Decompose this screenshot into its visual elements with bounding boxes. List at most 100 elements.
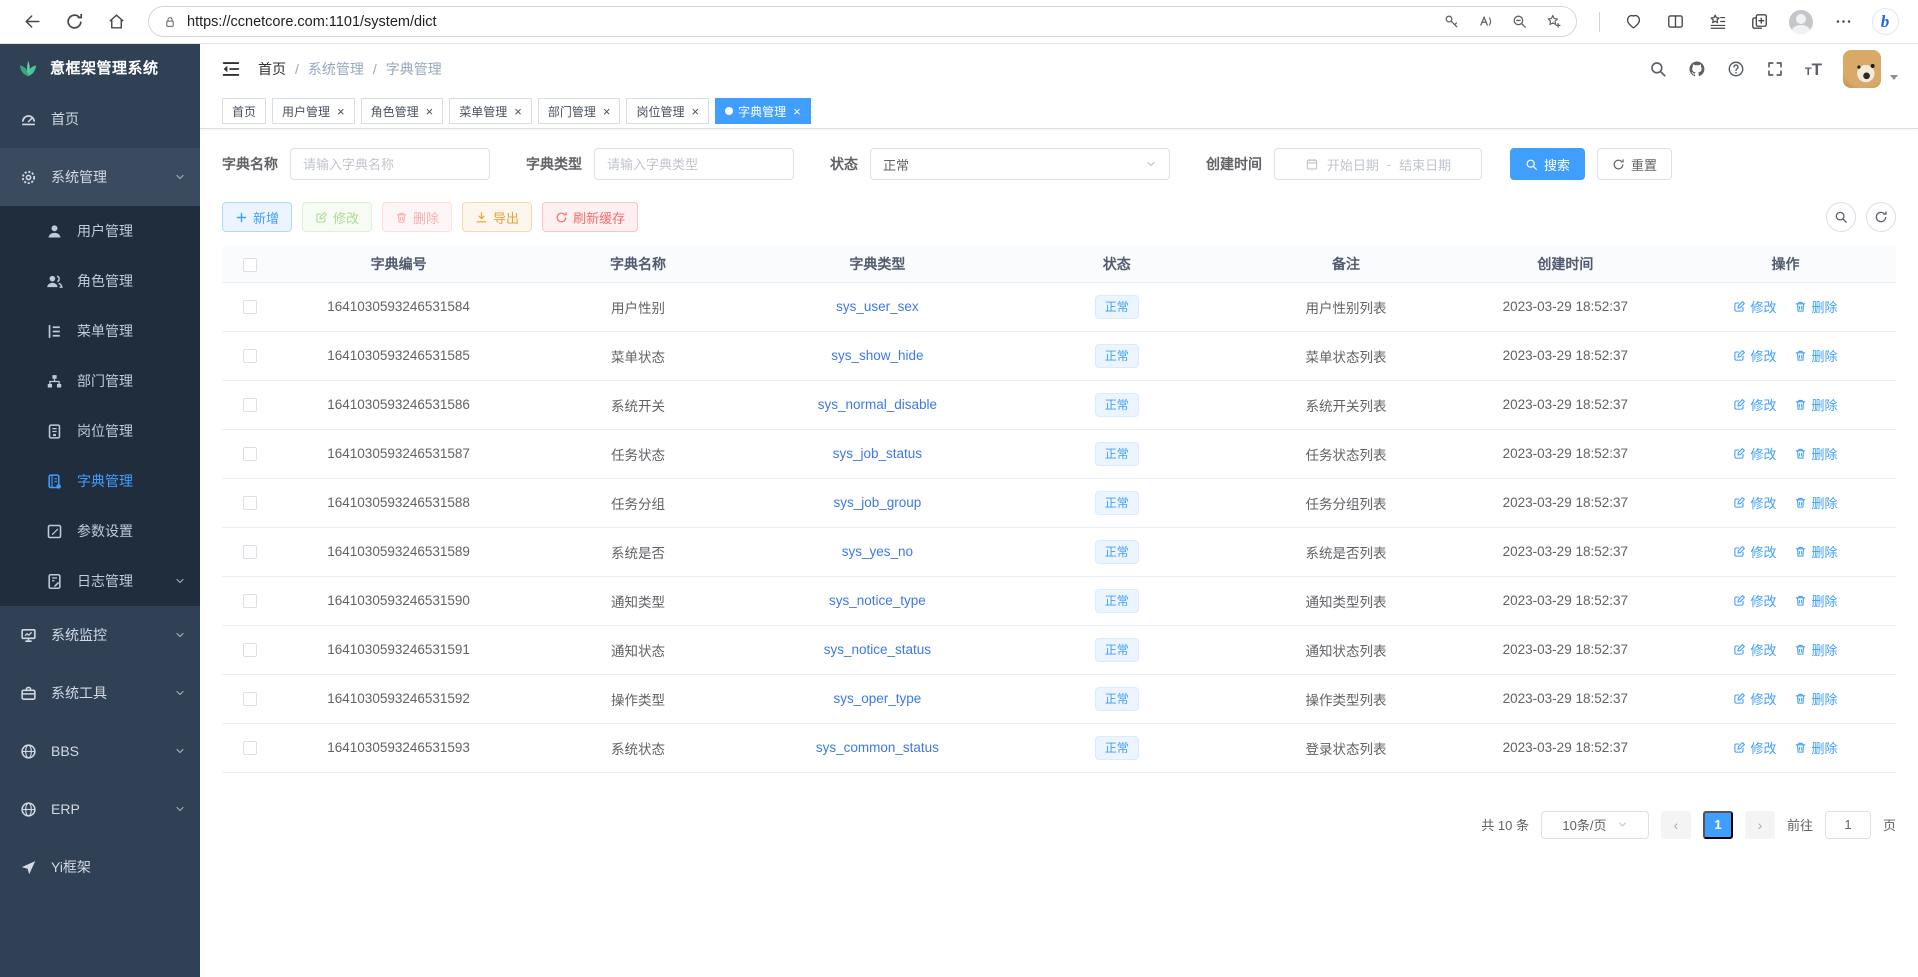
sidebar-item-role[interactable]: 角色管理: [0, 256, 200, 306]
row-checkbox[interactable]: [243, 349, 257, 363]
sidebar-item-yi[interactable]: Yi框架: [0, 838, 200, 896]
fold-sidebar-icon[interactable]: [220, 58, 242, 80]
tab-dict[interactable]: 字典管理×: [715, 98, 811, 124]
delete-row-button[interactable]: 删除: [1794, 738, 1837, 757]
breadcrumb-system[interactable]: 系统管理: [308, 59, 364, 79]
edit-row-button[interactable]: 修改: [1733, 542, 1776, 561]
page-size-select[interactable]: 10条/页: [1541, 811, 1649, 839]
reload-icon[interactable]: [56, 5, 92, 39]
tab-dept[interactable]: 部门管理×: [538, 98, 621, 124]
add-button[interactable]: 新增: [222, 202, 292, 232]
dict-type-link[interactable]: sys_job_status: [833, 446, 922, 461]
next-page-button[interactable]: ›: [1745, 811, 1775, 839]
delete-row-button[interactable]: 删除: [1794, 493, 1837, 512]
url-text[interactable]: https://ccnetcore.com:1101/system/dict: [187, 14, 1434, 30]
row-checkbox[interactable]: [243, 692, 257, 706]
tab-role[interactable]: 角色管理×: [361, 98, 444, 124]
split-screen-icon[interactable]: [1656, 5, 1694, 39]
help-icon[interactable]: [1727, 60, 1745, 78]
current-page-button[interactable]: 1: [1703, 811, 1733, 839]
font-size-icon[interactable]: TT: [1805, 61, 1822, 78]
sidebar-item-log[interactable]: 日志管理: [0, 556, 200, 606]
close-icon[interactable]: ×: [691, 105, 699, 118]
edit-row-button[interactable]: 修改: [1733, 640, 1776, 659]
sidebar-item-user[interactable]: 用户管理: [0, 206, 200, 256]
row-checkbox[interactable]: [243, 545, 257, 559]
sidebar-item-monitor[interactable]: 系统监控: [0, 606, 200, 664]
collections-icon[interactable]: [1740, 5, 1778, 39]
row-checkbox[interactable]: [243, 594, 257, 608]
sidebar-item-tools[interactable]: 系统工具: [0, 664, 200, 722]
delete-row-button[interactable]: 删除: [1794, 395, 1837, 414]
prev-page-button[interactable]: ‹: [1661, 811, 1691, 839]
home-icon[interactable]: [98, 5, 134, 39]
read-aloud-icon[interactable]: [1468, 8, 1502, 36]
edit-row-button[interactable]: 修改: [1733, 493, 1776, 512]
sidebar-item-erp[interactable]: ERP: [0, 780, 200, 838]
tab-home[interactable]: 首页: [222, 98, 266, 124]
sidebar-item-menu[interactable]: 菜单管理: [0, 306, 200, 356]
dict-type-input[interactable]: [594, 148, 794, 180]
dict-name-input[interactable]: [290, 148, 490, 180]
back-icon[interactable]: [14, 5, 50, 39]
select-all-checkbox[interactable]: [243, 258, 257, 272]
close-icon[interactable]: ×: [426, 105, 434, 118]
edit-row-button[interactable]: 修改: [1733, 444, 1776, 463]
sidebar-item-param[interactable]: 参数设置: [0, 506, 200, 556]
more-icon[interactable]: [1824, 5, 1862, 39]
close-icon[interactable]: ×: [514, 105, 522, 118]
dict-type-link[interactable]: sys_yes_no: [842, 544, 913, 559]
sidebar-item-dict[interactable]: 字典管理: [0, 456, 200, 506]
tab-user[interactable]: 用户管理×: [272, 98, 355, 124]
row-checkbox[interactable]: [243, 643, 257, 657]
row-checkbox[interactable]: [243, 398, 257, 412]
dict-type-link[interactable]: sys_show_hide: [831, 348, 923, 363]
delete-row-button[interactable]: 删除: [1794, 542, 1837, 561]
delete-row-button[interactable]: 删除: [1794, 689, 1837, 708]
browser-essentials-icon[interactable]: [1614, 5, 1652, 39]
status-select[interactable]: 正常: [870, 148, 1170, 180]
search-button[interactable]: 搜索: [1510, 148, 1585, 180]
breadcrumb-home[interactable]: 首页: [258, 59, 286, 79]
sidebar-item-dept[interactable]: 部门管理: [0, 356, 200, 406]
export-button[interactable]: 导出: [462, 202, 532, 232]
sidebar-item-post[interactable]: 岗位管理: [0, 406, 200, 456]
dict-type-link[interactable]: sys_user_sex: [836, 299, 919, 314]
sidebar-item-bbs[interactable]: BBS: [0, 722, 200, 780]
dict-type-link[interactable]: sys_notice_type: [829, 593, 926, 608]
favorites-icon[interactable]: [1698, 5, 1736, 39]
tab-menu[interactable]: 菜单管理×: [449, 98, 532, 124]
address-bar[interactable]: https://ccnetcore.com:1101/system/dict: [148, 6, 1577, 37]
dict-type-link[interactable]: sys_notice_status: [824, 642, 931, 657]
zoom-out-icon[interactable]: [1502, 8, 1536, 36]
tab-post[interactable]: 岗位管理×: [626, 98, 709, 124]
refresh-cache-button[interactable]: 刷新缓存: [542, 202, 638, 232]
row-checkbox[interactable]: [243, 496, 257, 510]
edit-row-button[interactable]: 修改: [1733, 346, 1776, 365]
row-checkbox[interactable]: [243, 447, 257, 461]
profile-icon[interactable]: [1782, 5, 1820, 39]
goto-page-input[interactable]: [1825, 811, 1871, 839]
edit-row-button[interactable]: 修改: [1733, 395, 1776, 414]
delete-row-button[interactable]: 删除: [1794, 297, 1837, 316]
delete-row-button[interactable]: 删除: [1794, 591, 1837, 610]
row-checkbox[interactable]: [243, 741, 257, 755]
dict-type-link[interactable]: sys_normal_disable: [818, 397, 937, 412]
delete-row-button[interactable]: 删除: [1794, 346, 1837, 365]
close-icon[interactable]: ×: [337, 105, 345, 118]
user-avatar[interactable]: [1843, 50, 1881, 88]
toggle-search-button[interactable]: [1826, 202, 1856, 232]
edit-row-button[interactable]: 修改: [1733, 591, 1776, 610]
delete-row-button[interactable]: 删除: [1794, 444, 1837, 463]
edit-row-button[interactable]: 修改: [1733, 738, 1776, 757]
sidebar-item-system[interactable]: 系统管理: [0, 148, 200, 206]
edit-button[interactable]: 修改: [302, 202, 372, 232]
date-range-picker[interactable]: 开始日期 - 结束日期: [1274, 148, 1482, 180]
close-icon[interactable]: ×: [603, 105, 611, 118]
edit-row-button[interactable]: 修改: [1733, 297, 1776, 316]
key-icon[interactable]: [1434, 8, 1468, 36]
dict-type-link[interactable]: sys_common_status: [816, 740, 939, 755]
copilot-icon[interactable]: b: [1866, 5, 1904, 39]
fullscreen-icon[interactable]: [1766, 60, 1784, 78]
github-icon[interactable]: [1688, 60, 1706, 78]
